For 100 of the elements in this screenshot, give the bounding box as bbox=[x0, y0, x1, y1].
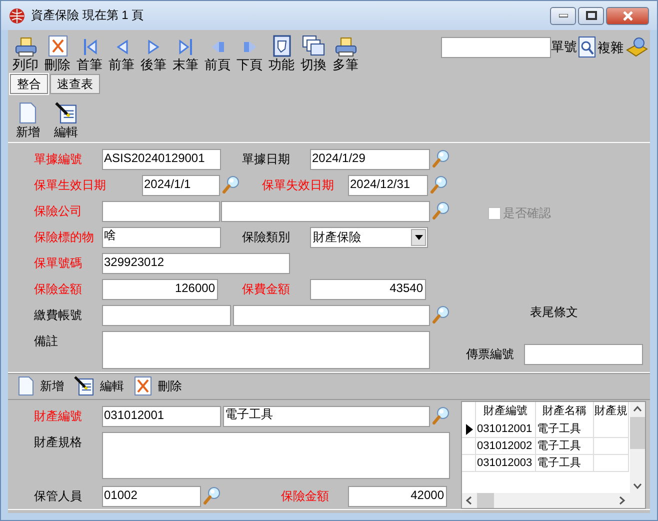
tab[interactable]: 整合 bbox=[10, 74, 48, 94]
input-field[interactable] bbox=[221, 201, 430, 222]
vertical-scrollbar[interactable] bbox=[630, 402, 645, 493]
tab[interactable]: 速查表 bbox=[50, 74, 100, 94]
input-field[interactable] bbox=[233, 305, 430, 326]
input-field[interactable]: 126000 bbox=[102, 279, 218, 300]
table-cell: 電子工具 bbox=[536, 455, 594, 472]
input-field[interactable]: 43540 bbox=[310, 279, 426, 300]
table-cell: 電子工具 bbox=[536, 421, 594, 438]
search-button[interactable] bbox=[430, 175, 448, 194]
function-button[interactable]: 功能 bbox=[268, 35, 295, 72]
field-label: 財產規格 bbox=[34, 434, 83, 451]
remarks-field[interactable] bbox=[102, 331, 430, 369]
field-label: 保險類別 bbox=[242, 229, 291, 246]
search-icon[interactable] bbox=[578, 36, 596, 58]
input-field[interactable]: 42000 bbox=[348, 486, 447, 507]
minimize-button[interactable] bbox=[550, 6, 576, 24]
delete-button[interactable]: 刪除 bbox=[44, 35, 71, 72]
globe-icon bbox=[9, 8, 25, 24]
field-label: 保險金額 bbox=[281, 488, 330, 505]
field-label: 保險公司 bbox=[34, 203, 83, 220]
advanced-search-button[interactable]: 複雜 bbox=[597, 40, 624, 54]
search-button[interactable] bbox=[203, 486, 221, 505]
table-cell: 031012001 bbox=[476, 421, 536, 438]
first-record-icon bbox=[82, 37, 98, 57]
last-record-icon bbox=[178, 37, 194, 57]
printer-icon bbox=[334, 37, 356, 57]
table-cell: 031012003 bbox=[476, 455, 536, 472]
input-field[interactable]: 031012001 bbox=[102, 406, 221, 427]
document-icon bbox=[272, 35, 292, 57]
row-pointer-icon bbox=[466, 424, 473, 435]
table-cell bbox=[594, 421, 629, 438]
field-label: 保費金額 bbox=[242, 281, 291, 298]
next-record-button[interactable]: 後筆 bbox=[140, 37, 167, 72]
close-button[interactable] bbox=[606, 6, 649, 24]
maximize-button[interactable] bbox=[578, 6, 604, 24]
input-field[interactable]: 2024/1/29 bbox=[310, 149, 430, 170]
input-field[interactable]: 啥 bbox=[102, 227, 221, 248]
edit-button[interactable]: 編輯 bbox=[54, 102, 78, 142]
field-label: 保單號碼 bbox=[34, 255, 83, 272]
delete-button[interactable]: 刪除 bbox=[134, 376, 182, 396]
input-field[interactable]: 329923012 bbox=[102, 253, 290, 274]
multi-record-button[interactable]: 多筆 bbox=[332, 37, 359, 72]
search-button[interactable] bbox=[432, 149, 450, 168]
new-document-icon bbox=[19, 102, 37, 124]
caret-icon bbox=[414, 235, 422, 240]
search-button[interactable] bbox=[432, 305, 450, 324]
field-label: 保險標的物 bbox=[34, 229, 95, 246]
printer-icon bbox=[14, 37, 36, 57]
input-field[interactable]: 2024/12/31 bbox=[348, 175, 428, 196]
field-label: 財產編號 bbox=[34, 408, 83, 425]
row-header-cell[interactable] bbox=[462, 455, 476, 472]
input-field[interactable] bbox=[102, 305, 231, 326]
maximize-icon bbox=[586, 11, 596, 20]
field-label: 單據編號 bbox=[34, 151, 83, 168]
column-header[interactable]: 財產規 bbox=[594, 402, 629, 421]
input-field[interactable] bbox=[524, 344, 643, 365]
print-button[interactable]: 列印 bbox=[12, 37, 39, 72]
window-title: 資產保險 現在第 1 頁 bbox=[31, 7, 145, 24]
field-label: 繳費帳號 bbox=[34, 307, 83, 324]
previous-page-button[interactable]: 前頁 bbox=[204, 37, 231, 72]
input-field[interactable]: 電子工具 bbox=[223, 406, 430, 427]
input-field[interactable]: 2024/1/1 bbox=[142, 175, 220, 196]
spec-field[interactable] bbox=[102, 432, 450, 479]
switch-button[interactable]: 切換 bbox=[300, 35, 327, 72]
field-label: 保單失效日期 bbox=[262, 177, 335, 194]
close-icon bbox=[622, 10, 634, 20]
table-cell: 電子工具 bbox=[536, 438, 594, 455]
new-button[interactable]: 新增 bbox=[18, 376, 64, 396]
footer-terms-label: 表尾條文 bbox=[530, 304, 579, 321]
field-label: 備註 bbox=[34, 333, 59, 350]
edit-document-icon bbox=[55, 102, 77, 124]
new-document-icon bbox=[18, 376, 34, 396]
scrollbar-thumb[interactable] bbox=[630, 417, 645, 449]
field-label: 保險金額 bbox=[34, 281, 83, 298]
input-field[interactable]: ASIS20240129001 bbox=[102, 149, 221, 170]
edit-document-icon bbox=[74, 376, 94, 396]
search-button[interactable] bbox=[432, 201, 450, 220]
input-field[interactable] bbox=[102, 201, 220, 222]
minimize-icon bbox=[558, 14, 568, 18]
field-label: 保管人員 bbox=[34, 488, 83, 505]
last-record-button[interactable]: 末筆 bbox=[172, 37, 199, 72]
row-header-cell[interactable] bbox=[462, 421, 476, 438]
table-cell bbox=[594, 438, 629, 455]
previous-record-button[interactable]: 前筆 bbox=[108, 37, 135, 72]
field-label: 單號 bbox=[551, 38, 577, 56]
first-record-button[interactable]: 首筆 bbox=[76, 37, 103, 72]
search-field[interactable] bbox=[441, 36, 551, 58]
search-button[interactable] bbox=[222, 175, 240, 194]
search-button[interactable] bbox=[432, 406, 450, 425]
next-page-button[interactable]: 下頁 bbox=[236, 37, 263, 72]
windows-icon bbox=[302, 35, 326, 57]
new-button[interactable]: 新增 bbox=[16, 102, 40, 142]
edit-button[interactable]: 編輯 bbox=[74, 376, 124, 396]
row-header-cell[interactable] bbox=[462, 438, 476, 455]
horizontal-scrollbar[interactable] bbox=[462, 493, 645, 508]
scrollbar-thumb[interactable] bbox=[477, 493, 494, 508]
category-dropdown[interactable]: 財產保險 bbox=[310, 227, 428, 248]
delete-icon bbox=[134, 376, 152, 396]
input-field[interactable]: 01002 bbox=[102, 486, 201, 507]
